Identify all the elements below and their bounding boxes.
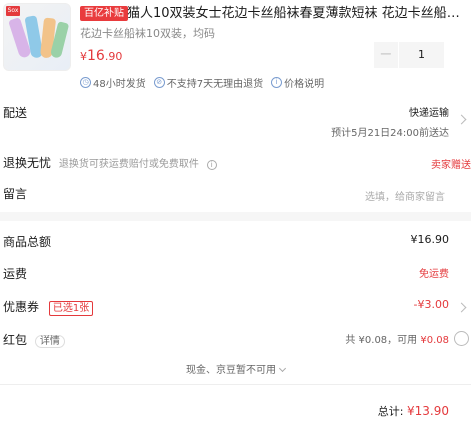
service-text: 不支持7天无理由退货 — [166, 79, 264, 90]
divider-line — [0, 384, 471, 385]
goods-total-label: 商品总额 — [3, 235, 52, 249]
price-info-link[interactable]: i 价格说明 — [271, 75, 324, 90]
redpacket-label: 红包 — [3, 333, 28, 347]
redpacket-info: 共 ¥0.08，可用 ¥0.08 — [345, 331, 449, 346]
product-price: ¥16.90 — [80, 48, 122, 64]
delivery-method: 快递运输 — [409, 108, 449, 119]
product-spec[interactable]: 花边卡丝船袜10双装，均码 — [80, 25, 215, 41]
coupon-label-container: 优惠券 已选1张 — [3, 298, 94, 316]
clock-icon: ◷ — [80, 77, 91, 88]
delivery-eta: 预计5月21日24:00前送达 — [331, 128, 449, 139]
order-total: 总计: ¥13.90 — [378, 403, 449, 419]
worry-free-status: 卖家赠送 — [431, 160, 471, 171]
subsidy-badge: 百亿补贴 — [80, 6, 128, 21]
price-integer: 16 — [87, 48, 105, 64]
shipping-label: 运费 — [3, 267, 28, 281]
product-title[interactable]: 猫人10双装女士花边卡丝船袜春夏薄款短袜 花边卡丝船袜10 — [127, 5, 467, 22]
redpacket-detail-button[interactable]: 详情 — [34, 335, 65, 348]
service-item: ⊘ 不支持7天无理由退货 — [153, 75, 264, 90]
info-icon: i — [271, 77, 283, 88]
worry-free-container: 退换无忧 退换货可获运费赔付或免费取件 i — [3, 154, 217, 171]
coupon-tag: 已选1张 — [48, 301, 94, 316]
service-text: 价格说明 — [284, 79, 325, 90]
service-list: ◷ 48小时发货 ⊘ 不支持7天无理由退货 i 价格说明 — [80, 75, 324, 90]
product-card[interactable]: Sox 百亿补贴 猫人10双装女士花边卡丝船袜春夏薄款短袜 花边卡丝船袜10 花… — [0, 0, 471, 94]
delivery-label: 配送 — [3, 106, 28, 120]
goods-total-value: ¥16.90 — [410, 233, 450, 246]
chevron-down-icon — [278, 364, 287, 373]
quantity-stepper[interactable]: − 1 — [374, 42, 444, 68]
worry-free-row[interactable]: 退换无忧 退换货可获运费赔付或免费取件 i 卖家赠送 — [0, 152, 471, 174]
redpacket-available: ¥0.08 — [420, 335, 449, 346]
worry-free-hint: 退换货可获运费赔付或免费取件 — [58, 159, 199, 170]
cash-note[interactable]: 现金、京豆暂不可用 — [0, 361, 471, 376]
message-row[interactable]: 留言 选填，给商家留言 — [0, 183, 471, 207]
redpacket-radio[interactable] — [454, 331, 469, 346]
redpacket-row[interactable]: 红包 详情 共 ¥0.08，可用 ¥0.08 — [0, 331, 471, 351]
section-divider — [0, 212, 471, 221]
info-icon[interactable]: i — [206, 160, 217, 170]
product-image[interactable]: Sox — [3, 3, 71, 71]
no-return-icon: ⊘ — [153, 77, 165, 88]
coupon-value: -¥3.00 — [413, 298, 449, 311]
redpacket-label-container: 红包 详情 — [3, 331, 65, 348]
chevron-right-icon — [456, 302, 467, 313]
brand-logo: Sox — [6, 6, 20, 16]
cash-note-text: 现金、京豆暂不可用 — [186, 365, 276, 376]
message-label: 留言 — [3, 187, 28, 201]
service-item: ◷ 48小时发货 — [80, 75, 146, 90]
worry-free-label: 退换无忧 — [3, 156, 52, 170]
shipping-value: 免运费 — [419, 269, 449, 280]
redpacket-total: 共 ¥0.08，可用 — [345, 335, 418, 346]
delivery-row[interactable]: 配送 快递运输 预计5月21日24:00前送达 — [0, 100, 471, 140]
message-input[interactable]: 选填，给商家留言 — [365, 188, 445, 203]
price-symbol: ¥ — [80, 50, 87, 63]
price-decimal: .90 — [104, 50, 123, 63]
minus-button[interactable]: − — [374, 42, 398, 68]
goods-total-row: 商品总额 ¥16.90 — [0, 233, 471, 253]
total-value: ¥13.90 — [407, 404, 449, 418]
service-text: 48小时发货 — [93, 79, 146, 90]
coupon-row[interactable]: 优惠券 已选1张 -¥3.00 — [0, 298, 471, 318]
chevron-right-icon — [456, 114, 467, 125]
shipping-row: 运费 免运费 — [0, 265, 471, 285]
coupon-label: 优惠券 — [3, 300, 40, 314]
quantity-input[interactable]: 1 — [398, 42, 444, 68]
total-label: 总计: — [377, 405, 404, 418]
